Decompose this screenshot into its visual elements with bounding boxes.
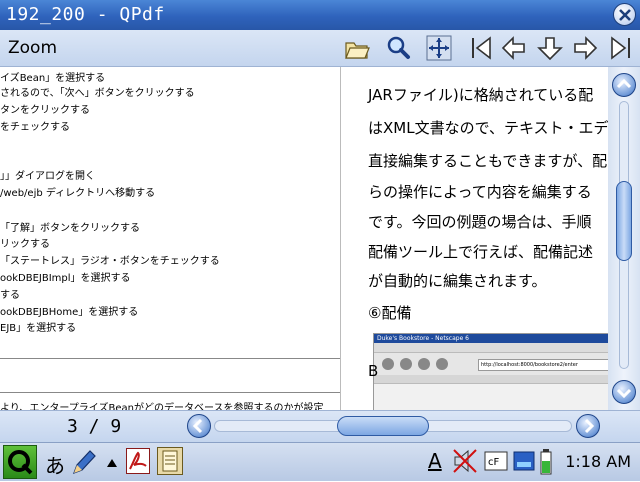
clock: 1:18 AM — [565, 452, 631, 471]
screenshot-toolbar: http://localhost:8000/bookstore2/enter — [374, 353, 608, 375]
svg-text:cF: cF — [488, 457, 499, 468]
text-input-mode-indicator[interactable]: A — [428, 449, 442, 473]
left-page-line: リックする — [0, 239, 50, 250]
left-page-line: されるので、「次へ」ボタンをクリックする — [0, 88, 195, 99]
vertical-scroll-thumb[interactable] — [616, 181, 632, 261]
fit-page-icon — [426, 35, 452, 61]
window-title: 192_200 - QPdf — [6, 4, 165, 25]
left-page-line: をチェックする — [0, 122, 70, 133]
next-page-button[interactable] — [571, 35, 599, 61]
start-menu-button[interactable] — [3, 445, 37, 479]
left-page-line: ookDBEJBHome」を選択する — [0, 307, 139, 318]
left-page-line: 「ステートレス」ラジオ・ボタンをチェックする — [0, 256, 220, 267]
pdf-icon — [129, 451, 147, 470]
arrow-left-icon — [501, 36, 525, 60]
scroll-down-page-button[interactable] — [536, 35, 564, 61]
right-page-view[interactable]: JARファイル)に格納されている配 はXML文書なので、テキスト・エデ 直接編集… — [341, 67, 608, 410]
right-page-line: らの操作によって内容を編集する — [368, 183, 592, 201]
left-page-line: ookDBEJBImpl」を選択する — [0, 273, 131, 284]
title-bar: 192_200 - QPdf — [0, 0, 640, 30]
right-page-line: JARファイル)に格納されている配 — [368, 86, 594, 104]
page-rule — [0, 392, 340, 393]
scroll-up-button[interactable] — [612, 73, 636, 97]
magnifier-icon — [387, 36, 410, 59]
scroll-left-button[interactable] — [187, 414, 211, 438]
page-indicator: 3 / 9 — [67, 416, 122, 437]
right-page-line: です。今回の例題の場合は、手順 — [368, 213, 592, 231]
right-page-line: 配備ツール上で行えば、配備記述 — [368, 243, 594, 261]
sd-card-icon[interactable] — [513, 450, 535, 472]
input-method-indicator[interactable]: あ — [45, 450, 65, 479]
left-page-line: する — [0, 290, 20, 301]
right-page-line: が自動的に編集されます。 — [368, 272, 547, 290]
screenshot-title: Duke's Bookstore - Netscape 6 — [374, 334, 608, 343]
left-page-line: イズBean」を選択する — [0, 73, 106, 84]
open-file-button[interactable] — [343, 35, 371, 61]
search-button[interactable] — [384, 35, 412, 61]
right-page-line: はXML文書なので、テキスト・エデ — [368, 119, 608, 137]
screenshot-bookmarks — [374, 375, 608, 384]
left-page-line: 「了解」ボタンをクリックする — [0, 223, 140, 234]
volume-muted-icon[interactable] — [452, 447, 478, 475]
first-page-icon — [472, 36, 491, 60]
last-page-button[interactable] — [606, 35, 634, 61]
status-bar: 3 / 9 — [0, 410, 640, 443]
right-page-line: 直接編集することもできますが、配 — [368, 152, 608, 170]
notebook-icon — [162, 450, 178, 472]
screenshot-menubar — [374, 343, 608, 353]
last-page-icon — [611, 36, 630, 60]
menu-toolbar: Zoom — [0, 30, 640, 67]
previous-page-button[interactable] — [500, 35, 528, 61]
battery-icon[interactable] — [539, 448, 553, 476]
left-page-line: EJB」を選択する — [0, 323, 77, 334]
horizontal-scroll-thumb[interactable] — [337, 416, 429, 436]
scroll-right-button[interactable] — [576, 414, 600, 438]
zoom-menu[interactable]: Zoom — [8, 38, 57, 58]
pen-input-icon[interactable] — [70, 448, 96, 476]
chevron-up-icon — [616, 78, 632, 89]
left-page-line: /web/ejb ディレクトリへ移動する — [0, 188, 156, 199]
right-page-heading: ⑥配備 — [368, 304, 412, 322]
chevron-down-icon — [616, 388, 632, 399]
q-logo-icon — [8, 450, 33, 475]
chevron-right-icon — [584, 418, 595, 434]
folder-icon — [345, 42, 370, 59]
first-page-button[interactable] — [468, 35, 496, 61]
left-page-line: 」」ダイアログを開く — [0, 171, 95, 182]
left-page-line: タンをクリックする — [0, 105, 90, 116]
close-button[interactable] — [613, 3, 636, 26]
arrow-right-icon — [574, 36, 598, 60]
embedded-browser-screenshot: Duke's Bookstore - Netscape 6 http://loc… — [373, 333, 608, 410]
chevron-left-icon — [192, 418, 203, 434]
system-taskbar: あ A cF 1:18 AM — [0, 442, 640, 481]
close-icon — [619, 9, 631, 21]
screenshot-url: http://localhost:8000/bookstore2/enter — [478, 359, 608, 371]
left-page-line: より、エンタープライズBeanがどのデータベースを参照するのかが設定 — [0, 403, 324, 410]
fit-page-button[interactable] — [425, 35, 453, 61]
taskbar-up-arrow-icon[interactable] — [106, 458, 118, 468]
pdf-app-button[interactable] — [126, 448, 150, 474]
page-rule — [0, 358, 340, 359]
arrow-down-icon — [537, 37, 563, 61]
vertical-scrollbar[interactable] — [608, 67, 640, 410]
cf-card-icon[interactable]: cF — [484, 450, 508, 472]
left-page-view[interactable]: イズBean」を選択する されるので、「次へ」ボタンをクリックする タンをクリッ… — [0, 67, 341, 410]
scroll-down-button[interactable] — [612, 380, 636, 404]
notes-app-button[interactable] — [157, 447, 183, 475]
right-page-fragment: B — [368, 362, 379, 380]
